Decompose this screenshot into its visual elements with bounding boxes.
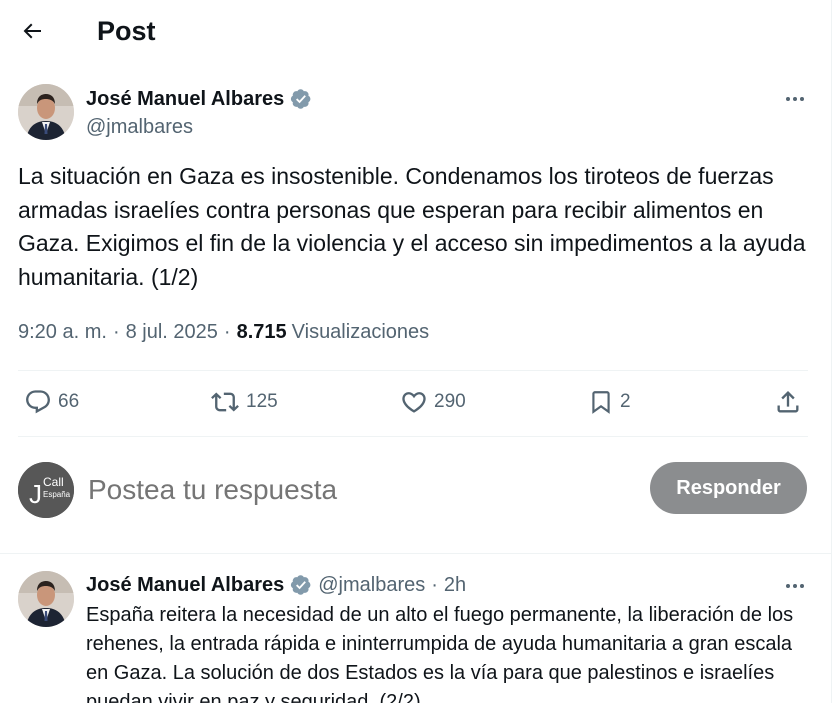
reply-button[interactable]: 66 <box>24 388 79 416</box>
more-options-button[interactable] <box>780 571 810 601</box>
like-icon <box>402 392 426 413</box>
page-header: Post <box>0 0 831 62</box>
reply-input[interactable] <box>88 472 628 508</box>
like-button[interactable]: 290 <box>400 388 466 416</box>
repost-icon <box>211 392 239 412</box>
page-title: Post <box>97 16 156 46</box>
meta-separator: · <box>431 574 438 596</box>
post-date[interactable]: 8 jul. 2025 <box>126 318 218 346</box>
author-handle[interactable]: @jmalbares <box>86 115 193 139</box>
more-icon <box>786 584 804 588</box>
back-arrow-icon <box>23 23 41 39</box>
avatar[interactable] <box>18 84 74 140</box>
avatar-letter: J <box>29 479 42 509</box>
avatar-call-text: Call <box>43 475 64 489</box>
author-handle[interactable]: @jmalbares <box>318 573 425 597</box>
views-label: Visualizaciones <box>291 321 430 343</box>
more-icon <box>786 97 804 101</box>
meta-separator: · <box>112 321 120 343</box>
verified-badge-icon <box>291 575 311 595</box>
avatar[interactable] <box>18 571 74 627</box>
reply-submit-button[interactable]: Responder <box>650 462 807 514</box>
post-text: España reitera la necesidad de un alto e… <box>86 604 794 703</box>
share-icon <box>777 391 799 413</box>
share-button[interactable] <box>774 388 802 416</box>
reply-count: 66 <box>58 391 80 412</box>
verified-badge-icon <box>291 89 311 109</box>
divider <box>18 436 808 437</box>
bookmark-count: 2 <box>620 391 631 412</box>
repost-button[interactable]: 125 <box>210 388 278 416</box>
post-author: José Manuel Albares @jmalbares <box>18 84 810 142</box>
avatar[interactable]: J Call España <box>18 462 74 518</box>
reply-composer: J Call España Responder <box>18 460 808 520</box>
more-options-button[interactable] <box>780 84 810 114</box>
bookmark-button[interactable]: 2 <box>588 388 631 416</box>
thread-post-header: José Manuel Albares @jmalbares · 2h <box>86 573 466 597</box>
post-text: La situación en Gaza es insostenible. Co… <box>18 163 806 290</box>
post-actions: 66 125 290 2 <box>18 372 808 436</box>
post-time[interactable]: 9:20 a. m. <box>18 318 107 346</box>
back-button[interactable] <box>14 13 50 49</box>
views-count: 8.715 <box>236 321 287 343</box>
repost-count: 125 <box>246 391 278 412</box>
avatar-country-text: España <box>43 490 71 499</box>
thread-post[interactable]: José Manuel Albares @jmalbares · 2h Espa… <box>18 571 808 703</box>
author-name[interactable]: José Manuel Albares <box>86 87 284 111</box>
post-meta: 9:20 a. m. · 8 jul. 2025 · 8.715 Visuali… <box>18 318 429 346</box>
bookmark-icon <box>592 391 610 414</box>
column-border <box>831 0 832 703</box>
post-time[interactable]: 2h <box>444 573 466 597</box>
author-name[interactable]: José Manuel Albares <box>86 573 284 597</box>
divider <box>0 553 831 554</box>
like-count: 290 <box>434 391 466 412</box>
reply-icon <box>26 390 50 414</box>
divider <box>18 370 808 371</box>
meta-separator: · <box>223 321 231 343</box>
